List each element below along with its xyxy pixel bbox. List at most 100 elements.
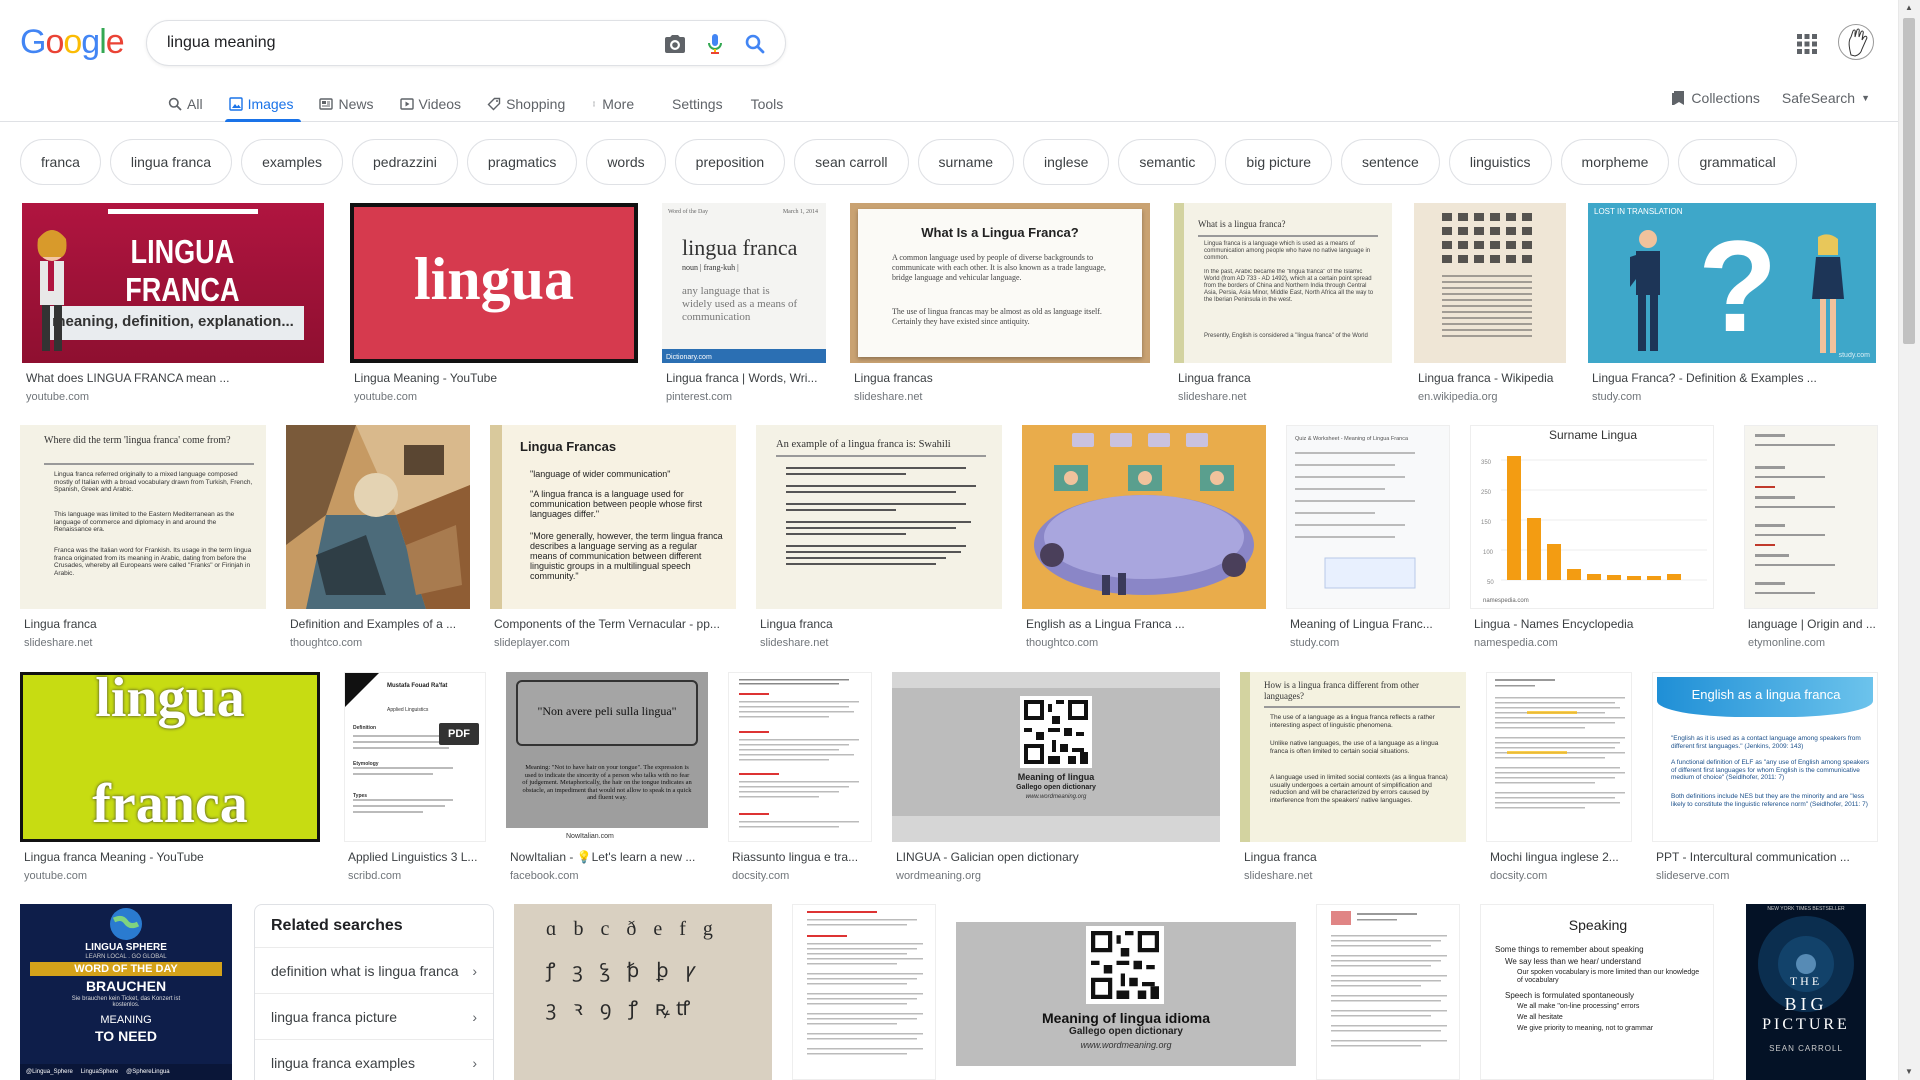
- chip[interactable]: preposition: [674, 139, 786, 185]
- result-title[interactable]: Lingua francas: [854, 371, 1150, 385]
- result-thumbnail[interactable]: Quiz & Worksheet - Meaning of Lingua Fra…: [1286, 425, 1450, 609]
- safesearch-menu[interactable]: SafeSearch ▼: [1782, 86, 1870, 110]
- result-thumbnail[interactable]: [1022, 425, 1266, 609]
- image-result[interactable]: Mustafa Fouad Ra'fat Applied Linguistics…: [344, 672, 486, 884]
- result-thumbnail[interactable]: [1316, 904, 1460, 1080]
- image-result[interactable]: Lingua Francas "language of wider commun…: [490, 425, 736, 651]
- image-result[interactable]: lingua franca Lingua franca Meaning - Yo…: [20, 672, 320, 884]
- chip[interactable]: pedrazzini: [352, 139, 458, 185]
- result-thumbnail[interactable]: Lingua Francas "language of wider commun…: [490, 425, 736, 609]
- result-title[interactable]: Lingua Meaning - YouTube: [354, 371, 638, 385]
- result-title[interactable]: PPT - Intercultural communication ...: [1656, 850, 1878, 864]
- tab-videos[interactable]: Videos: [396, 86, 470, 122]
- result-thumbnail[interactable]: What is a lingua franca? Lingua franca i…: [1174, 203, 1392, 363]
- image-result[interactable]: NEW YORK TIMES BESTSELLER THE BIG PICTUR…: [1746, 904, 1866, 1080]
- chip[interactable]: semantic: [1118, 139, 1217, 185]
- related-search-item[interactable]: lingua franca examples ›: [255, 1039, 493, 1080]
- result-title[interactable]: Definition and Examples of a ...: [290, 617, 470, 631]
- avatar[interactable]: [1838, 24, 1874, 60]
- tools-link[interactable]: Tools: [747, 86, 792, 122]
- search-icon[interactable]: [743, 32, 767, 56]
- tab-news[interactable]: News: [315, 86, 381, 122]
- result-thumbnail[interactable]: [728, 672, 872, 842]
- result-thumbnail[interactable]: Speaking Some things to remember about s…: [1480, 904, 1714, 1080]
- result-title[interactable]: English as a Lingua Franca ...: [1026, 617, 1266, 631]
- result-title[interactable]: Lingua franca: [1178, 371, 1392, 385]
- result-title[interactable]: Components of the Term Vernacular - pp..…: [494, 617, 736, 631]
- result-thumbnail[interactable]: English as a lingua franca "English as i…: [1652, 672, 1878, 842]
- result-thumbnail[interactable]: lingua: [350, 203, 638, 363]
- result-thumbnail[interactable]: "Non avere peli sulla lingua" Meaning: "…: [506, 672, 708, 842]
- result-thumbnail[interactable]: LINGUA FRANCA meaning, definition, expla…: [22, 203, 324, 363]
- result-thumbnail[interactable]: LINGUA SPHERE LEARN LOCAL . GO GLOBAL WO…: [20, 904, 232, 1080]
- chip[interactable]: grammatical: [1678, 139, 1797, 185]
- image-result[interactable]: [1316, 904, 1460, 1080]
- chip[interactable]: big picture: [1225, 139, 1333, 185]
- result-title[interactable]: Lingua franca - Wikipedia: [1418, 371, 1568, 385]
- result-title[interactable]: Lingua franca: [24, 617, 266, 631]
- image-result[interactable]: Word of the Day March 1, 2014 lingua fra…: [662, 203, 826, 405]
- image-result[interactable]: "Non avere peli sulla lingua" Meaning: "…: [506, 672, 708, 884]
- result-title[interactable]: Mochi lingua inglese 2...: [1490, 850, 1632, 864]
- image-result[interactable]: Meaning of lingua idioma Gallego open di…: [956, 904, 1296, 1080]
- chip[interactable]: sentence: [1341, 139, 1440, 185]
- result-title[interactable]: Applied Linguistics 3 L...: [348, 850, 486, 864]
- collections-link[interactable]: Collections: [1671, 86, 1760, 110]
- chip[interactable]: sean carroll: [794, 139, 909, 185]
- chip[interactable]: lingua franca: [109, 139, 233, 185]
- image-result[interactable]: Speaking Some things to remember about s…: [1480, 904, 1714, 1080]
- image-result[interactable]: Riassunto lingua e tra... docsity.com: [728, 672, 872, 884]
- result-thumbnail[interactable]: [1744, 425, 1878, 609]
- result-thumbnail[interactable]: lingua franca: [20, 672, 320, 842]
- image-result[interactable]: What Is a Lingua Franca? A common langua…: [850, 203, 1150, 405]
- image-result[interactable]: English as a Lingua Franca ... thoughtco…: [1022, 425, 1266, 651]
- result-title[interactable]: Lingua franca Meaning - YouTube: [24, 850, 320, 864]
- result-thumbnail[interactable]: ɑ b c ð e f g ꝭ ꝫ ꝣ ꝥ ꝧ ꝩ ꝫ ꝛ ꝯ ꝭ ꝶꝷ: [514, 904, 772, 1080]
- result-thumbnail[interactable]: Word of the Day March 1, 2014 lingua fra…: [662, 203, 826, 363]
- result-thumbnail[interactable]: How is a lingua franca different from ot…: [1240, 672, 1466, 842]
- search-input[interactable]: [167, 21, 637, 65]
- image-result[interactable]: Mochi lingua inglese 2... docsity.com: [1486, 672, 1632, 884]
- result-thumbnail[interactable]: [1414, 203, 1566, 363]
- image-result[interactable]: ɑ b c ð e f g ꝭ ꝫ ꝣ ꝥ ꝧ ꝩ ꝫ ꝛ ꝯ ꝭ ꝶꝷ: [514, 904, 772, 1080]
- camera-icon[interactable]: [663, 32, 687, 56]
- tab-more[interactable]: More: [587, 86, 642, 122]
- result-thumbnail[interactable]: Where did the term 'lingua franca' come …: [20, 425, 266, 609]
- image-result[interactable]: Definition and Examples of a ... thought…: [286, 425, 470, 651]
- microphone-icon[interactable]: [703, 32, 727, 56]
- result-title[interactable]: Lingua - Names Encyclopedia: [1474, 617, 1714, 631]
- image-result[interactable]: LINGUA FRANCA meaning, definition, expla…: [22, 203, 324, 405]
- result-thumbnail[interactable]: What Is a Lingua Franca? A common langua…: [850, 203, 1150, 363]
- image-result[interactable]: LINGUA SPHERE LEARN LOCAL . GO GLOBAL WO…: [20, 904, 232, 1080]
- google-logo[interactable]: Google: [20, 22, 125, 62]
- chip[interactable]: pragmatics: [466, 139, 578, 185]
- result-thumbnail[interactable]: LOST IN TRANSLATION ? study.com: [1588, 203, 1876, 363]
- tab-images[interactable]: Images: [224, 86, 302, 122]
- result-thumbnail[interactable]: [792, 904, 936, 1080]
- result-title[interactable]: Lingua Franca? - Definition & Examples .…: [1592, 371, 1876, 385]
- image-result[interactable]: lingua Lingua Meaning - YouTube youtube.…: [350, 203, 638, 405]
- related-search-item[interactable]: lingua franca picture ›: [255, 993, 493, 1039]
- result-title[interactable]: Lingua franca: [1244, 850, 1466, 864]
- result-thumbnail[interactable]: Meaning of lingua Gallego open dictionar…: [892, 672, 1220, 842]
- chip[interactable]: words: [586, 139, 666, 185]
- chip[interactable]: inglese: [1023, 139, 1110, 185]
- image-result[interactable]: Quiz & Worksheet - Meaning of Lingua Fra…: [1286, 425, 1450, 651]
- image-result[interactable]: LOST IN TRANSLATION ? study.com Lingua F…: [1588, 203, 1876, 405]
- image-result[interactable]: language | Origin and ... etymonline.com: [1744, 425, 1878, 651]
- apps-grid-icon[interactable]: [1796, 33, 1818, 55]
- image-result[interactable]: An example of a lingua franca is: Swahil…: [756, 425, 1002, 651]
- result-title[interactable]: What does LINGUA FRANCA mean ...: [26, 371, 324, 385]
- result-title[interactable]: language | Origin and ...: [1748, 617, 1878, 631]
- result-title[interactable]: Lingua franca | Words, Wri...: [666, 371, 828, 385]
- result-thumbnail[interactable]: An example of a lingua franca is: Swahil…: [756, 425, 1002, 609]
- image-result[interactable]: [792, 904, 936, 1080]
- result-title[interactable]: LINGUA - Galician open dictionary: [896, 850, 1220, 864]
- related-search-item[interactable]: definition what is lingua franca ›: [255, 947, 493, 993]
- chip[interactable]: linguistics: [1448, 139, 1552, 185]
- image-result[interactable]: English as a lingua franca "English as i…: [1652, 672, 1878, 884]
- scroll-down-arrow-icon[interactable]: ▼: [1903, 1066, 1915, 1078]
- result-title[interactable]: Riassunto lingua e tra...: [732, 850, 872, 864]
- result-thumbnail[interactable]: [286, 425, 470, 609]
- chip[interactable]: examples: [241, 139, 344, 185]
